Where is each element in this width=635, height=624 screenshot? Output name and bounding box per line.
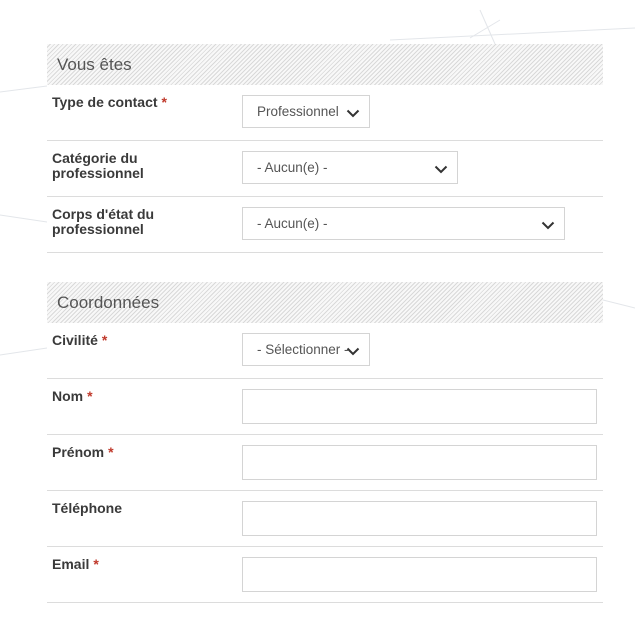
telephone-input[interactable] [242,501,597,536]
type-contact-select[interactable]: Professionnel [242,95,370,128]
chevron-down-icon [346,109,360,118]
label-text: Téléphone [52,500,123,516]
required-marker: * [93,556,99,572]
field-label: Type de contact * [52,95,222,110]
label-text: Nom [52,388,84,404]
email-input[interactable] [242,557,597,592]
label-text: Email [52,556,90,572]
field-label: Civilité * [52,333,222,348]
form-row-civilite: Civilité * - Sélectionner - [47,323,603,379]
label-text: Type de contact [52,94,158,110]
select-value: - Aucun(e) - [257,216,328,231]
section-header-vous-etes: Vous êtes [47,44,603,85]
required-marker: * [101,332,108,348]
field-label: Prénom * [52,445,222,460]
section-header-coordonnees: Coordonnées [47,282,603,323]
label-line: professionnel [52,221,144,237]
prenom-input[interactable] [242,445,597,480]
label-text: Civilité [52,332,98,348]
required-marker: * [161,94,167,110]
label-line: professionnel [52,165,144,181]
field-label: Nom * [52,389,222,404]
field-label: Corps d'état du professionnel [52,207,222,237]
required-marker: * [87,388,93,404]
section-title: Vous êtes [57,55,132,74]
corps-etat-select[interactable]: - Aucun(e) - [242,207,565,240]
select-value: Professionnel [257,104,339,119]
select-value: - Sélectionner - [257,342,349,357]
civilite-select[interactable]: - Sélectionner - [242,333,370,366]
form-row-nom: Nom * [47,379,603,435]
label-text: Prénom [52,444,105,460]
chevron-down-icon [346,347,360,356]
nom-input[interactable] [242,389,597,424]
section-title: Coordonnées [57,293,160,312]
form-row-prenom: Prénom * [47,435,603,491]
label-line: Corps d'état du [52,206,155,222]
field-label: Catégorie du professionnel [52,151,222,181]
select-value: - Aucun(e) - [257,160,328,175]
required-marker: * [108,444,114,460]
chevron-down-icon [434,165,448,174]
form-row-telephone: Téléphone [47,491,603,547]
field-label: Email * [52,557,222,572]
form-row-corps-etat: Corps d'état du professionnel - Aucun(e)… [47,197,603,253]
label-line: Catégorie du [52,150,138,166]
field-label: Téléphone [52,501,222,516]
chevron-down-icon [541,221,555,230]
form-row-email: Email * [47,547,603,603]
categorie-select[interactable]: - Aucun(e) - [242,151,458,184]
form-row-categorie: Catégorie du professionnel - Aucun(e) - [47,141,603,197]
form-row-type-contact: Type de contact * Professionnel [47,85,603,141]
